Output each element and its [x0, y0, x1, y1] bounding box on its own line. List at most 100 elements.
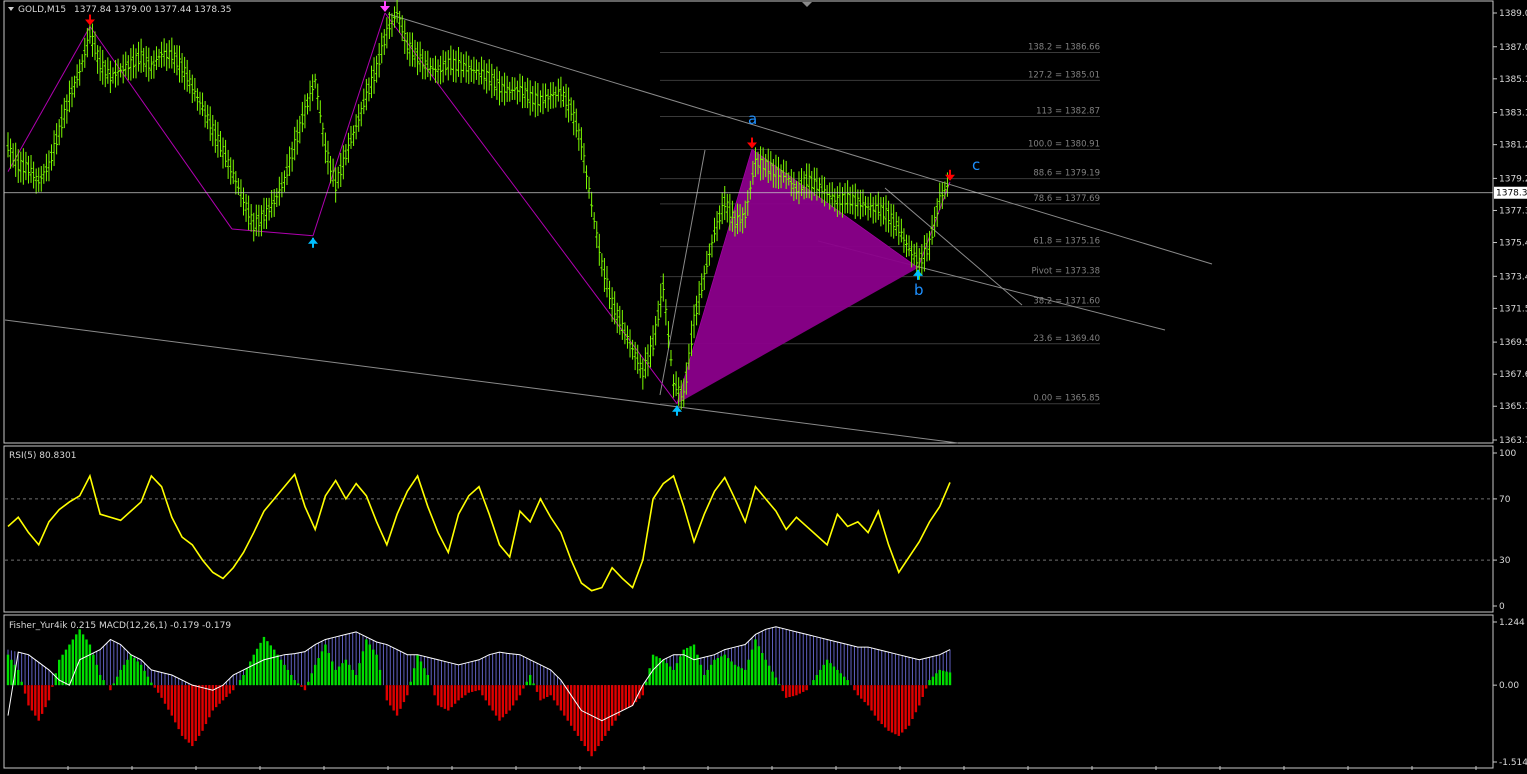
fisher-bar	[784, 685, 788, 698]
fisher-bar	[276, 654, 279, 686]
fisher-bar	[870, 685, 873, 711]
fisher-bar	[573, 685, 576, 731]
fisher-bar	[805, 685, 808, 691]
fisher-bar	[238, 680, 242, 686]
fisher-bar	[883, 685, 887, 728]
fisher-bar	[627, 685, 631, 708]
fisher-bar	[546, 685, 549, 697]
fisher-bar	[262, 636, 266, 686]
fisher-bar	[47, 685, 51, 701]
fisher-bar	[918, 685, 921, 706]
fisher-bar	[133, 658, 136, 686]
fisher-bar	[174, 685, 177, 723]
fisher-bar	[10, 659, 13, 686]
fisher-bar	[92, 654, 95, 686]
fisher-bar	[815, 674, 819, 686]
fisher-bar	[525, 681, 528, 686]
fisher-bar	[225, 685, 228, 697]
fisher-bar	[819, 669, 822, 686]
fisher-bar	[617, 685, 621, 716]
fisher-bar	[672, 669, 675, 686]
fisher-bar	[409, 681, 412, 686]
fisher-bar	[730, 661, 733, 686]
fisher-bar	[426, 674, 430, 686]
fisher-bar	[754, 639, 757, 686]
fisher-bar	[160, 685, 163, 698]
fisher-bar	[23, 685, 27, 694]
macd-tick-label: 0.00	[1499, 681, 1519, 691]
fisher-bar	[433, 685, 436, 696]
fisher-bar	[610, 685, 614, 726]
fisher-bar	[375, 654, 378, 686]
fisher-bar	[914, 685, 918, 713]
price-tick-label: 1373.4	[1499, 272, 1527, 282]
fisher-bar	[528, 674, 532, 686]
price-tick-label: 1371.5	[1499, 304, 1527, 314]
fisher-bar	[112, 683, 116, 686]
fisher-bar	[266, 641, 269, 686]
fisher-bar	[194, 685, 197, 741]
fisher-bar	[880, 685, 883, 725]
macd-tick-label: 1.244	[1499, 618, 1525, 628]
fisher-bar	[286, 669, 290, 686]
symbol-header[interactable]: GOLD,M15 1377.84 1379.00 1377.44 1378.35	[8, 5, 231, 15]
fisher-bar	[535, 685, 539, 692]
fisher-bar	[576, 685, 580, 736]
fisher-bar	[699, 664, 703, 686]
fisher-bar	[481, 685, 484, 696]
fisher-bar	[259, 642, 262, 686]
fisher-bar	[764, 659, 767, 686]
fisher-bar	[146, 676, 150, 686]
fisher-bar	[361, 651, 365, 686]
fisher-bar	[116, 676, 119, 686]
fisher-bar	[494, 685, 498, 716]
fisher-bar	[64, 649, 68, 686]
fisher-bar	[402, 685, 406, 703]
fisher-bar	[583, 685, 587, 747]
fisher-bar	[150, 682, 153, 686]
trading-terminal: 138.2 = 1386.66 127.2 = 1385.01 113 = 1382…	[0, 0, 1527, 770]
fisher-bar	[460, 685, 464, 698]
fisher-bar	[597, 685, 600, 747]
fisher-bar	[371, 649, 375, 686]
fisher-bar	[542, 685, 546, 699]
fisher-bar	[675, 663, 679, 686]
fisher-bar	[136, 661, 139, 686]
fisher-bar	[863, 685, 866, 703]
fisher-bar	[385, 685, 389, 701]
fisher-bar	[604, 685, 607, 736]
fisher-bar	[511, 685, 515, 706]
fisher-bar	[34, 685, 37, 716]
fisher-bar	[836, 669, 839, 686]
fisher-bar	[720, 656, 723, 686]
fisher-bar	[450, 685, 453, 708]
fisher-bar	[406, 685, 409, 696]
fisher-bar	[242, 674, 245, 686]
fisher-bar	[723, 654, 726, 686]
fisher-bar	[293, 680, 296, 686]
fisher-bar	[180, 685, 184, 736]
fisher-bar	[337, 666, 341, 686]
fib-level-label: 78.6 = 1377.69	[1033, 194, 1100, 204]
fisher-bar	[283, 664, 286, 686]
fisher-bar	[518, 685, 522, 696]
fisher-bar	[40, 685, 44, 714]
fisher-bar	[812, 680, 815, 686]
fisher-bar	[552, 685, 556, 701]
fisher-bar	[307, 681, 310, 686]
fisher-bar	[935, 673, 938, 686]
fisher-bar	[740, 668, 744, 686]
fisher-bar	[187, 685, 191, 743]
fisher-bar	[368, 644, 371, 686]
fisher-bar	[249, 661, 252, 686]
fisher-bar	[877, 685, 880, 721]
fisher-bar	[95, 664, 98, 686]
fisher-bar	[692, 644, 696, 686]
fib-level-label: Pivot = 1373.38	[1031, 267, 1100, 277]
fib-level-label: 0.00 = 1365.85	[1033, 394, 1100, 404]
fisher-bar	[866, 685, 870, 706]
rsi-tick-label: 0	[1499, 602, 1505, 612]
fisher-bar	[941, 670, 945, 686]
fisher-bar	[921, 685, 924, 697]
fisher-bar	[744, 669, 747, 686]
